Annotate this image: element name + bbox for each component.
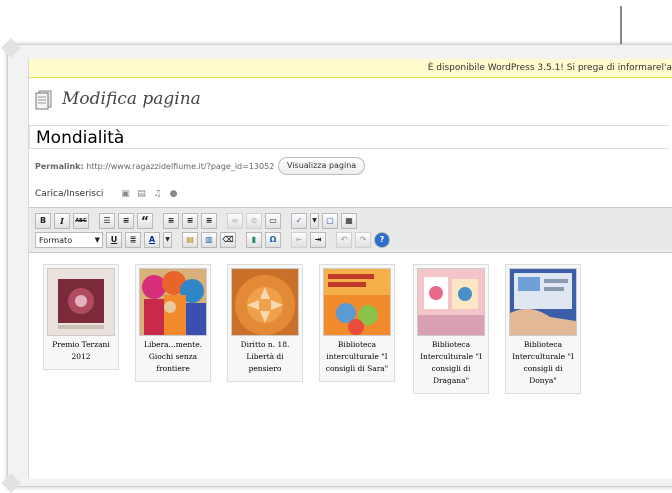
italic-button[interactable]: I [54,213,70,229]
thumbnail-image[interactable] [417,268,485,336]
unlink-icon[interactable]: ⊘ [246,213,262,229]
fullscreen-icon[interactable]: ▢ [322,213,338,229]
align-right-icon[interactable]: ≡ [201,213,217,229]
gallery-item-4[interactable]: Biblioteca interculturale "I consigli di… [319,264,395,382]
format-select-value: Formato [39,235,73,245]
add-media-icon[interactable]: ● [169,190,178,199]
page-title: Modifica pagina [62,89,201,109]
book-pages-image [418,269,484,335]
permalink-url[interactable]: http://www.ragazzidelfiume.it/?page_id=1… [86,162,274,171]
screenshot-frame: È disponibile WordPress 3.5.1! Si prega … [1,38,672,493]
thumbnail-image[interactable] [231,268,299,336]
blockquote-button[interactable]: “ [137,213,153,229]
text-color-button[interactable]: A [144,232,160,248]
kitchen-sink-icon[interactable]: ▦ [341,213,357,229]
thumbnail-caption: Biblioteca interculturale "I consigli di… [325,340,389,373]
special-character-button[interactable]: Ω [265,232,281,248]
undo-icon[interactable]: ↶ [336,232,352,248]
underline-button[interactable]: U [106,232,122,248]
align-left-icon[interactable]: ≡ [163,213,179,229]
open-book-image [510,269,576,335]
fruit-image [232,269,298,335]
gallery-item-1[interactable]: Premio Terzani 2012 [43,264,119,370]
pages-icon [35,90,52,110]
gallery-item-3[interactable]: Diritto n. 18. Libertà di pensiero [227,264,303,382]
thumbnail-caption: Libera...mente. Giochi senza frontiere [143,340,203,373]
spellcheck-dropdown-icon[interactable]: ▼ [310,213,319,229]
text-color-dropdown-icon[interactable]: ▼ [163,232,172,248]
numbered-list-icon[interactable]: ≡ [118,213,134,229]
permalink-label: Permalink: [35,162,84,171]
thumbnail-caption: Biblioteca Interculturale "I consigli di… [420,340,482,385]
add-video-icon[interactable]: ▤ [137,190,146,199]
spellcheck-icon[interactable]: ✓ [291,213,307,229]
book-cover-image [324,269,390,335]
paste-word-icon[interactable]: ▥ [201,232,217,248]
add-audio-icon[interactable]: ♫ [153,190,162,199]
post-title-input[interactable]: Mondialità [29,125,669,149]
clear-formatting-icon[interactable]: ⌫ [220,232,236,248]
gallery-item-2[interactable]: Libera...mente. Giochi senza frontiere [135,264,211,382]
frame-corner [1,38,21,58]
frame-corner [1,473,21,493]
thumbnail-image[interactable] [323,268,391,336]
redo-icon[interactable]: ↷ [355,232,371,248]
children-playing-image [140,269,206,335]
gallery-item-5[interactable]: Biblioteca Interculturale "I consigli di… [413,264,489,394]
upload-insert-label: Carica/Inserisci [35,189,104,199]
award-image [48,269,114,335]
indent-icon[interactable]: ⇥ [310,232,326,248]
editor-toolbar: B I ABC ☰ ≡ “ ≡ ≡ ≡ ∞ ⊘ ▭ ✓ ▼ ▢ ▦ Format… [29,207,672,253]
strikethrough-button[interactable]: ABC [73,213,89,229]
help-icon[interactable]: ? [374,232,390,248]
bold-button[interactable]: B [35,213,51,229]
thumbnail-image[interactable] [139,268,207,336]
outdent-icon[interactable]: ⇤ [291,232,307,248]
justify-icon[interactable]: ≣ [125,232,141,248]
update-notice[interactable]: È disponibile WordPress 3.5.1! Si prega … [29,59,672,78]
format-select[interactable]: Formato ▼ [35,232,103,248]
chevron-down-icon: ▼ [94,236,100,244]
link-icon[interactable]: ∞ [227,213,243,229]
editor-area: È disponibile WordPress 3.5.1! Si prega … [28,59,672,479]
more-tag-icon[interactable]: ▭ [265,213,281,229]
bullet-list-icon[interactable]: ☰ [99,213,115,229]
add-image-icon[interactable]: ▣ [121,190,130,199]
thumbnail-caption: Diritto n. 18. Libertà di pensiero [240,340,290,373]
thumbnail-image[interactable] [47,268,115,336]
thumbnail-image[interactable] [509,268,577,336]
thumbnail-caption: Biblioteca Interculturale "I consigli di… [512,340,574,385]
insert-media-icon[interactable]: ▮ [246,232,262,248]
view-page-button[interactable]: Visualizza pagina [278,157,366,175]
align-center-icon[interactable]: ≡ [182,213,198,229]
paste-text-icon[interactable]: ▤ [182,232,198,248]
thumbnail-caption: Premio Terzani 2012 [52,340,110,361]
gallery-item-6[interactable]: Biblioteca Interculturale "I consigli di… [505,264,581,394]
permalink: Permalink: http://www.ragazzidelfiume.it… [35,162,274,171]
